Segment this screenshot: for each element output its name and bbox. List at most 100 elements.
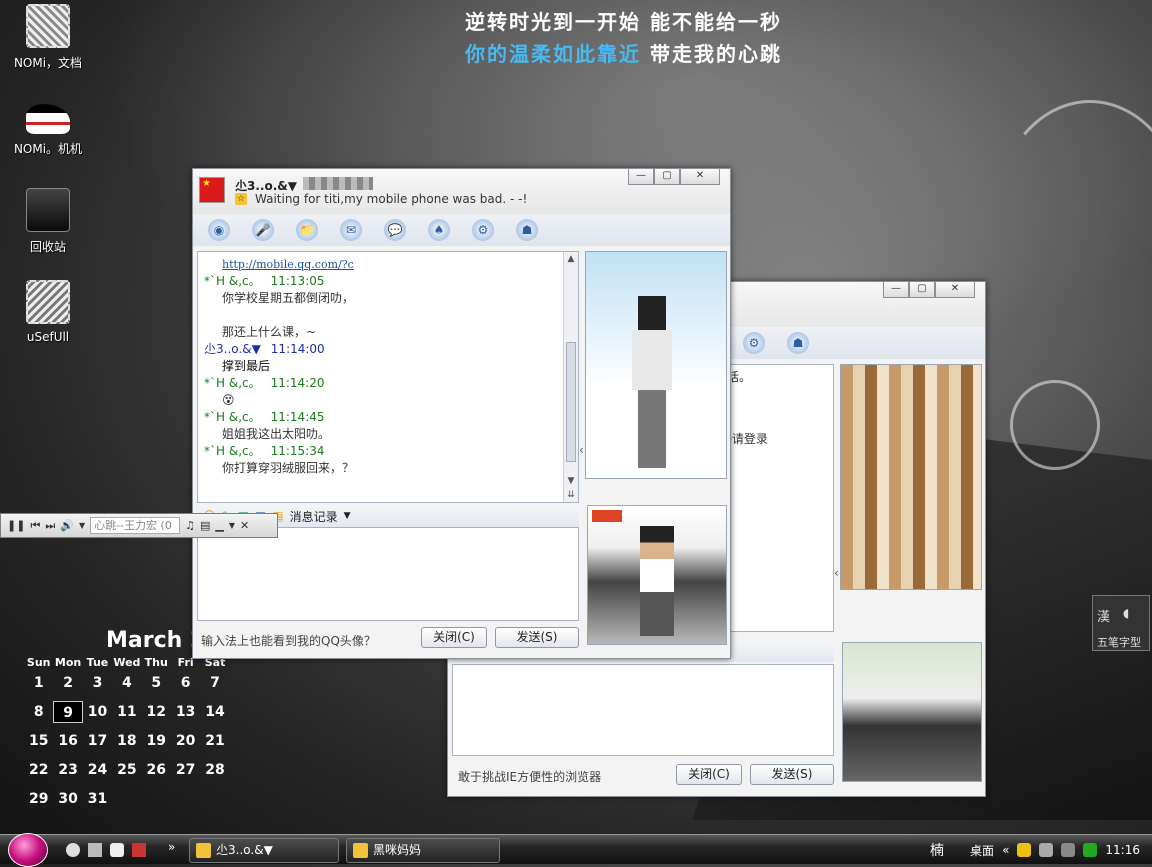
taskbar-task-chat[interactable]: 尐3..o.&▼ [189, 838, 339, 863]
calendar-day[interactable]: 11 [112, 701, 141, 723]
calendar-day[interactable]: 30 [53, 788, 82, 810]
chat-bubble-icon[interactable]: 💬 [379, 218, 411, 242]
qq-tray-icon[interactable] [1017, 843, 1032, 857]
send-button[interactable]: 发送(S) [495, 627, 579, 648]
playlist-icon[interactable]: ▤ [200, 519, 210, 532]
maximize-button[interactable]: ▢ [909, 282, 935, 298]
collapse-panel-icon[interactable]: ‹ [579, 443, 584, 457]
calendar-day[interactable]: 3 [83, 672, 112, 694]
close-button[interactable]: ✕ [680, 169, 720, 185]
previous-icon[interactable]: ⏮ [30, 519, 40, 533]
chat-scrollbar[interactable]: ▲ ▼ ⇊ [563, 252, 578, 502]
video-call-icon[interactable]: ◉ [203, 218, 235, 242]
browser-icon[interactable] [66, 843, 80, 857]
scroll-up-icon[interactable]: ▲ [564, 252, 578, 266]
taskbar-task-chat-2[interactable]: 黑咪妈妈 [346, 838, 500, 863]
chevron-down-icon[interactable]: ▼ [79, 521, 85, 530]
scroll-down-icon[interactable]: ▼ [564, 474, 578, 488]
message-sender[interactable]: *`H &,c。 [204, 274, 261, 288]
mobile-qq-link[interactable]: http://mobile.qq.com/?c [198, 256, 578, 273]
close-icon[interactable]: ✕ [240, 519, 249, 532]
calendar-day[interactable]: 31 [83, 788, 112, 810]
calendar-day[interactable]: 16 [53, 730, 82, 752]
start-button[interactable] [8, 833, 48, 867]
calendar-day[interactable]: 2 [53, 672, 82, 694]
close-chat-button[interactable]: 关闭(C) [676, 764, 742, 785]
send-button[interactable]: 发送(S) [750, 764, 834, 785]
calendar-day[interactable]: 22 [24, 759, 53, 781]
media-icon[interactable] [110, 843, 124, 857]
show-desktop-icon[interactable] [88, 843, 102, 857]
calendar-day[interactable]: 15 [24, 730, 53, 752]
volume-tray-icon[interactable] [1061, 843, 1076, 857]
network-icon[interactable] [1039, 843, 1054, 857]
app-icon[interactable] [132, 843, 146, 857]
message-input[interactable] [452, 664, 834, 756]
ime-status-bar[interactable]: 漢 ◖ 五笔字型 [1092, 595, 1150, 651]
close-chat-button[interactable]: 关闭(C) [421, 627, 487, 648]
calendar-day[interactable]: 21 [200, 730, 229, 752]
volume-icon[interactable]: 🔊 [60, 519, 74, 532]
message-sender[interactable]: *`H &,c。 [204, 444, 261, 458]
calendar-day[interactable]: 29 [24, 788, 53, 810]
message-sender[interactable]: 尐3..o.&▼ [204, 342, 261, 356]
ime-toggle-icon[interactable]: ◖ [1123, 606, 1129, 620]
chevron-down-icon[interactable]: ▼ [229, 521, 235, 530]
chevron-left-icon[interactable]: « [1002, 843, 1009, 857]
game-icon[interactable]: ♠ [423, 218, 455, 242]
minimize-button[interactable]: — [628, 169, 654, 185]
maximize-button[interactable]: ▢ [654, 169, 680, 185]
send-file-icon[interactable]: 📁 [291, 218, 323, 242]
message-sender[interactable]: *`H &,c。 [204, 376, 261, 390]
scroll-end-icon[interactable]: ⇊ [564, 488, 578, 502]
message-sender[interactable]: *`H &,c。 [204, 410, 261, 424]
collapse-panel-icon[interactable]: ‹ [834, 566, 839, 580]
chat-history[interactable]: http://mobile.qq.com/?c *`H &,c。 11:13:05… [197, 251, 579, 503]
settings-icon[interactable]: ⚙ [738, 331, 770, 355]
calendar-day[interactable]: 20 [171, 730, 200, 752]
calendar-day[interactable]: 10 [83, 701, 112, 723]
qq-service-icon[interactable]: ☗ [782, 331, 814, 355]
send-sms-icon[interactable]: ✉ [335, 218, 367, 242]
message-input[interactable] [197, 527, 579, 621]
ime-char[interactable]: 漢 [1097, 606, 1110, 625]
calendar-day[interactable]: 28 [200, 759, 229, 781]
calendar-day[interactable] [142, 788, 171, 810]
desktop-toolbar-label[interactable]: 桌面 [970, 842, 994, 859]
pause-icon[interactable]: ❚❚ [7, 519, 25, 532]
calendar-day[interactable] [171, 788, 200, 810]
calendar-day[interactable]: 8 [24, 701, 53, 723]
antivirus-icon[interactable] [1083, 843, 1098, 857]
desktop-icon-recycle-bin[interactable]: 回收站 [8, 188, 88, 255]
calendar-day[interactable]: 6 [171, 672, 200, 694]
calendar-day[interactable]: 17 [83, 730, 112, 752]
next-icon[interactable]: ⏭ [45, 519, 55, 533]
calendar-day[interactable]: 4 [112, 672, 141, 694]
chat-window-front[interactable]: ★ 尐3..o.&▼ ☆ Waiting for titi,my mobile … [192, 168, 731, 659]
voice-call-icon[interactable]: 🎤 [247, 218, 279, 242]
settings-icon[interactable]: ⚙ [467, 218, 499, 242]
ime-indicator[interactable]: 楠 [930, 840, 944, 860]
minimize-button[interactable]: — [883, 282, 909, 298]
quicklaunch-more-icon[interactable]: » [168, 840, 175, 854]
calendar-day[interactable]: 12 [142, 701, 171, 723]
minimize-icon[interactable]: ▁ [215, 519, 223, 532]
calendar-day[interactable]: 26 [142, 759, 171, 781]
desktop-icon-computer[interactable]: NOMi。机机 [8, 96, 88, 157]
calendar-day[interactable]: 27 [171, 759, 200, 781]
calendar-day[interactable]: 14 [200, 701, 229, 723]
chevron-down-icon[interactable]: ▼ [344, 511, 351, 521]
calendar-day[interactable]: 18 [112, 730, 141, 752]
calendar-day[interactable] [112, 788, 141, 810]
desktop-icon-documents[interactable]: NOMi，文档 [8, 4, 88, 71]
calendar-day[interactable]: 19 [142, 730, 171, 752]
calendar-day[interactable]: 23 [53, 759, 82, 781]
calendar-day[interactable]: 7 [200, 672, 229, 694]
calendar-day[interactable]: 1 [24, 672, 53, 694]
calendar-day[interactable]: 24 [83, 759, 112, 781]
calendar-day[interactable]: 5 [142, 672, 171, 694]
calendar-day[interactable]: 13 [171, 701, 200, 723]
desktop-icon-useful[interactable]: uSefUll [8, 280, 88, 344]
scroll-thumb[interactable] [566, 342, 576, 462]
qq-service-icon[interactable]: ☗ [511, 218, 543, 242]
